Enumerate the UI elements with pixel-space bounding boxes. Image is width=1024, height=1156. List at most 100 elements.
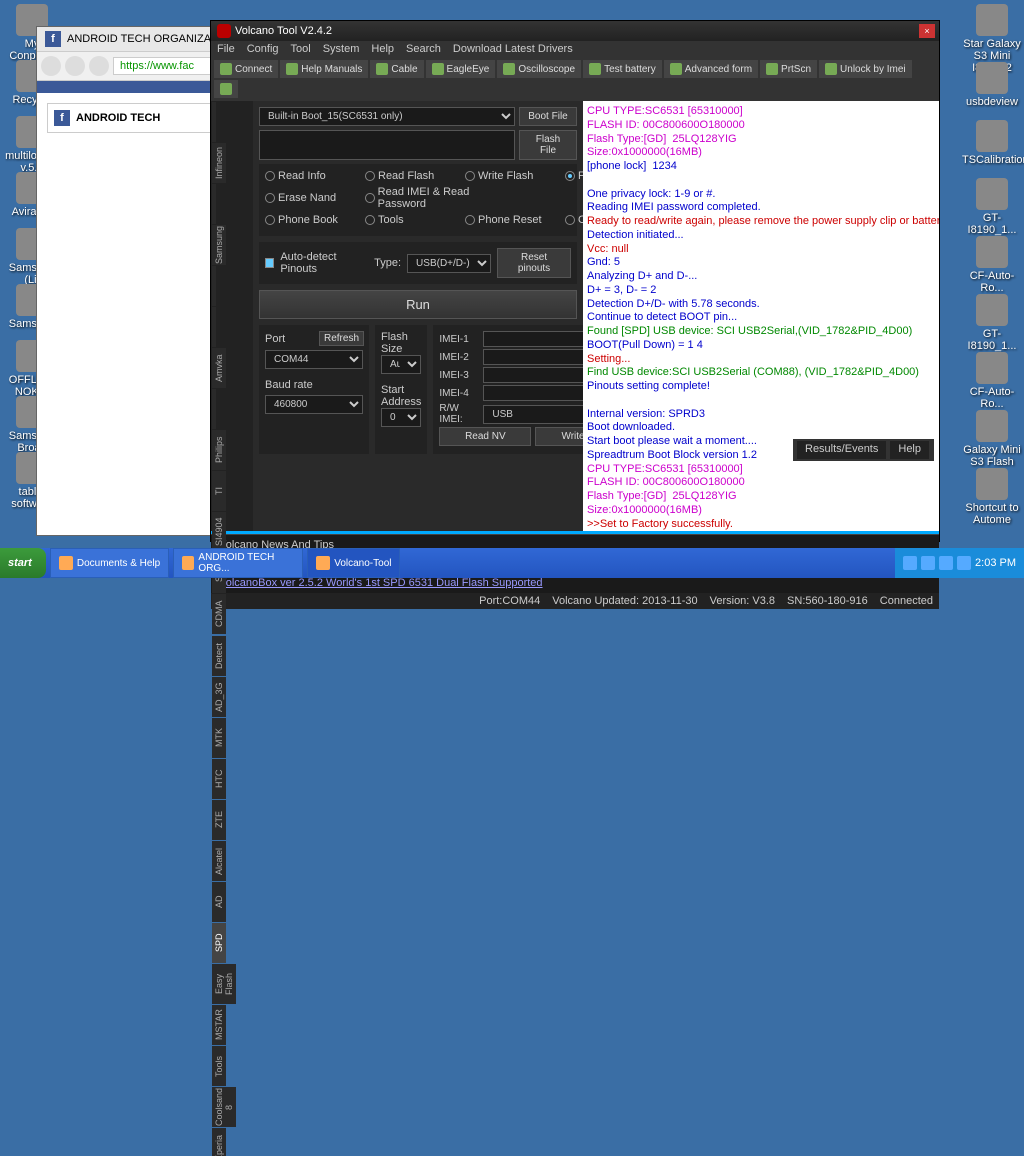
action-radio[interactable]: Phone Reset — [465, 214, 555, 226]
side-tab[interactable]: Coolsand 8 — [212, 1087, 236, 1127]
side-tab[interactable]: AD_3G — [212, 677, 226, 717]
side-tab[interactable]: Amvka — [212, 348, 226, 388]
log-panel[interactable]: CPU TYPE:SC6531 [65310000]FLASH ID: 00C8… — [583, 101, 939, 531]
toolbar-button[interactable]: EagleEye — [426, 60, 496, 78]
baud-combo[interactable]: 460800 — [265, 395, 363, 414]
menu-bar: File Config Tool System Help Search Download L… — [211, 41, 939, 57]
side-tab[interactable] — [212, 102, 216, 142]
toolbar-button[interactable]: Unlock by Imei — [819, 60, 912, 78]
result-tab[interactable]: Help — [890, 441, 929, 459]
action-radio[interactable]: Tools — [365, 214, 455, 226]
menu-item[interactable]: System — [323, 43, 360, 55]
log-line: Ready to read/write again, please remove… — [587, 215, 935, 229]
boot-file-button[interactable]: Boot File — [519, 107, 577, 126]
side-tab[interactable]: Alcatel — [212, 841, 226, 881]
side-tab[interactable]: HTC — [212, 759, 226, 799]
action-radio[interactable]: Read Info — [265, 170, 355, 182]
toolbar-button[interactable]: Cable — [370, 60, 423, 78]
port-combo[interactable]: COM44 — [265, 350, 363, 369]
desktop-icon[interactable]: TSCalibration2 — [962, 120, 1022, 166]
toolbar-button[interactable]: PrtScn — [760, 60, 817, 78]
action-radio[interactable]: Erase Nand — [265, 186, 355, 210]
action-radio[interactable]: Read IMEI & Read Password — [365, 186, 515, 210]
side-tab[interactable]: TI — [212, 471, 226, 511]
start-addr-combo[interactable]: 0 — [381, 408, 421, 427]
side-tab[interactable]: Samsung — [212, 225, 226, 265]
desktop-icon[interactable]: CF-Auto-Ro... — [962, 236, 1022, 294]
side-tab[interactable]: Detect — [212, 636, 226, 676]
flash-file-button[interactable]: Flash File — [519, 130, 577, 160]
title-bar[interactable]: Volcano Tool V2.4.2 × — [211, 21, 939, 41]
side-tab[interactable]: MSTAR — [212, 1005, 226, 1045]
menu-item[interactable]: Download Latest Drivers — [453, 43, 573, 55]
reset-pinouts-button[interactable]: Reset pinouts — [497, 248, 571, 278]
side-tab[interactable]: MTK — [212, 718, 226, 758]
system-tray[interactable]: 2:03 PM — [895, 548, 1024, 578]
back-button[interactable] — [41, 56, 61, 76]
menu-item[interactable]: Help — [371, 43, 394, 55]
flash-size-combo[interactable]: Auto — [381, 355, 421, 374]
desktop-icon[interactable]: usbdeview — [962, 62, 1022, 108]
toolbar-button[interactable]: Connect — [214, 60, 278, 78]
action-radio[interactable]: Write Flash — [465, 170, 555, 182]
desktop-icon[interactable]: GT-I8190_1... — [962, 294, 1022, 352]
menu-item[interactable]: Tool — [291, 43, 311, 55]
run-button[interactable]: Run — [259, 290, 577, 319]
start-button[interactable]: start — [0, 548, 46, 578]
tray-icon[interactable] — [921, 556, 935, 570]
news-link[interactable]: VolcanoBox ver 2.5.2 World's 1st SPD 653… — [219, 577, 931, 589]
menu-item[interactable]: Search — [406, 43, 441, 55]
pinout-type-combo[interactable]: USB(D+/D-) — [407, 254, 491, 273]
toolbar-button[interactable]: Test battery — [583, 60, 662, 78]
side-tab[interactable]: Philips — [212, 430, 226, 470]
close-icon[interactable]: × — [919, 24, 935, 38]
action-radio[interactable]: Read Flash — [365, 170, 455, 182]
toolbar-button[interactable]: Help Manuals — [280, 60, 368, 78]
reload-button[interactable] — [89, 56, 109, 76]
tray-icon[interactable] — [939, 556, 953, 570]
action-radios: Read InfoRead FlashWrite FlashFormatEras… — [259, 164, 577, 236]
side-tab[interactable]: Xperia — [212, 1128, 226, 1156]
side-tab[interactable] — [212, 266, 216, 306]
side-tab[interactable]: AD — [212, 882, 226, 922]
log-line — [587, 174, 935, 188]
tab-title: ANDROID TECH ORGANIZATI — [67, 33, 220, 45]
refresh-button[interactable]: Refresh — [319, 331, 364, 346]
autodetect-checkbox[interactable] — [265, 258, 274, 268]
status-item: Volcano Updated: 2013-11-30 — [552, 595, 697, 607]
log-line: Internal version: SPRD3 — [587, 408, 935, 422]
forward-button[interactable] — [65, 56, 85, 76]
tray-icon[interactable] — [903, 556, 917, 570]
side-tab[interactable]: CDMA — [212, 594, 226, 634]
side-tab[interactable]: Infineon — [212, 143, 226, 183]
read-nv-button[interactable]: Read NV — [439, 427, 531, 446]
side-tab[interactable]: Easy Flash — [212, 964, 236, 1004]
app-icon — [217, 24, 231, 38]
taskbar-button[interactable]: Volcano-Tool — [307, 548, 400, 578]
menu-item[interactable]: Config — [247, 43, 279, 55]
taskbar-button[interactable]: ANDROID TECH ORG... — [173, 548, 303, 578]
log-line: Boot downloaded. — [587, 421, 935, 435]
log-line: >>Set to Factory successfully. — [587, 518, 935, 532]
desktop-icon[interactable]: GT-I8190_1... — [962, 178, 1022, 236]
side-tab[interactable] — [212, 307, 216, 347]
desktop-icon[interactable]: Shortcut to Autome — [962, 468, 1022, 526]
log-line: One privacy lock: 1-9 or #. — [587, 188, 935, 202]
boot-combo[interactable]: Built-in Boot_15(SC6531 only) — [259, 107, 515, 126]
toolbar-button[interactable]: Oscilloscope — [497, 60, 581, 78]
desktop-icon[interactable]: CF-Auto-Ro... — [962, 352, 1022, 410]
toolbar-button[interactable]: Advanced form — [664, 60, 758, 78]
tray-icon[interactable] — [957, 556, 971, 570]
side-tab[interactable]: SPD — [212, 923, 226, 963]
taskbar-button[interactable]: Documents & Help — [50, 548, 169, 578]
side-tab[interactable]: Tools — [212, 1046, 226, 1086]
side-tab[interactable]: ZTE — [212, 800, 226, 840]
side-tab[interactable]: SI4904 — [212, 512, 226, 552]
side-tab[interactable] — [212, 389, 216, 429]
result-tab[interactable]: Results/Events — [797, 441, 886, 459]
action-radio[interactable]: Phone Book — [265, 214, 355, 226]
flash-path-input[interactable] — [259, 130, 515, 160]
menu-item[interactable]: File — [217, 43, 235, 55]
side-tab[interactable] — [212, 184, 216, 224]
gear-icon[interactable] — [214, 80, 238, 98]
